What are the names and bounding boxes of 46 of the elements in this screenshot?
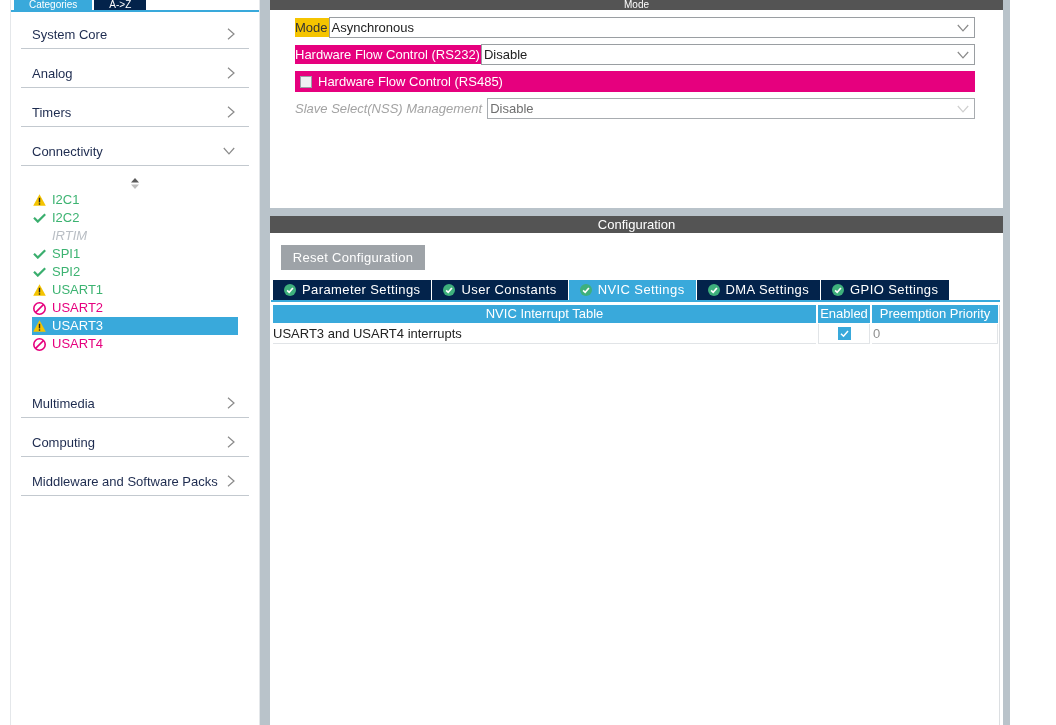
dropdown-field[interactable]: Asynchronous xyxy=(328,17,975,38)
category-item[interactable]: Multimedia xyxy=(21,379,249,418)
tab[interactable]: User Constants xyxy=(432,280,568,300)
column-header: Enabled xyxy=(818,305,870,323)
checkbox[interactable] xyxy=(300,75,312,88)
chevron-down-icon xyxy=(957,50,969,59)
table-cell: USART3 and USART4 interrupts xyxy=(273,324,816,344)
checkmark-icon xyxy=(33,249,46,259)
checkbox-option[interactable]: Hardware Flow Control (RS485) xyxy=(295,71,975,92)
check-circle-icon xyxy=(284,284,296,296)
chevron-down-icon xyxy=(957,104,969,113)
check-circle-icon xyxy=(832,284,845,296)
category-item[interactable]: Timers xyxy=(21,88,249,127)
tab[interactable]: Parameter Settings xyxy=(273,280,432,300)
checkbox[interactable] xyxy=(837,327,851,340)
tab[interactable]: DMA Settings xyxy=(696,280,821,300)
prohibited-icon xyxy=(33,301,46,315)
category-item[interactable]: System Core xyxy=(21,12,249,49)
column-header: Preemption Priority xyxy=(872,305,998,323)
panel-header: Mode xyxy=(270,0,1003,10)
category-item[interactable]: Connectivity xyxy=(21,127,249,166)
check-circle-icon xyxy=(579,284,592,296)
table-cell: 0 xyxy=(872,324,998,344)
peripheral-item[interactable]: USART2 xyxy=(32,299,238,317)
checkmark-icon xyxy=(33,267,46,277)
chevron-down-icon xyxy=(957,23,969,32)
category-item[interactable]: Analog xyxy=(21,49,249,88)
tab[interactable]: GPIO Settings xyxy=(821,280,950,300)
field-label: Slave Select(NSS) Management xyxy=(295,100,484,118)
sidebar-tab[interactable]: A->Z xyxy=(94,0,147,10)
warning-icon xyxy=(33,194,46,206)
check-circle-icon xyxy=(707,284,720,296)
prohibited-icon xyxy=(33,337,46,351)
warning-icon xyxy=(33,284,46,296)
column-header: NVIC Interrupt Table xyxy=(273,305,816,323)
check-circle-icon xyxy=(443,284,456,296)
checkmark-icon xyxy=(33,213,46,223)
dropdown-field[interactable]: Disable xyxy=(480,44,975,65)
field-label: Hardware Flow Control (RS232) xyxy=(295,45,481,64)
sort-icon[interactable] xyxy=(131,178,139,189)
category-item[interactable]: Middleware and Software Packs xyxy=(21,457,249,496)
category-item[interactable]: Computing xyxy=(21,418,249,457)
peripheral-item[interactable]: USART4 xyxy=(32,335,238,353)
panel-header: Configuration xyxy=(270,216,1003,233)
warning-icon xyxy=(33,320,46,332)
field-label: Mode xyxy=(295,18,329,37)
